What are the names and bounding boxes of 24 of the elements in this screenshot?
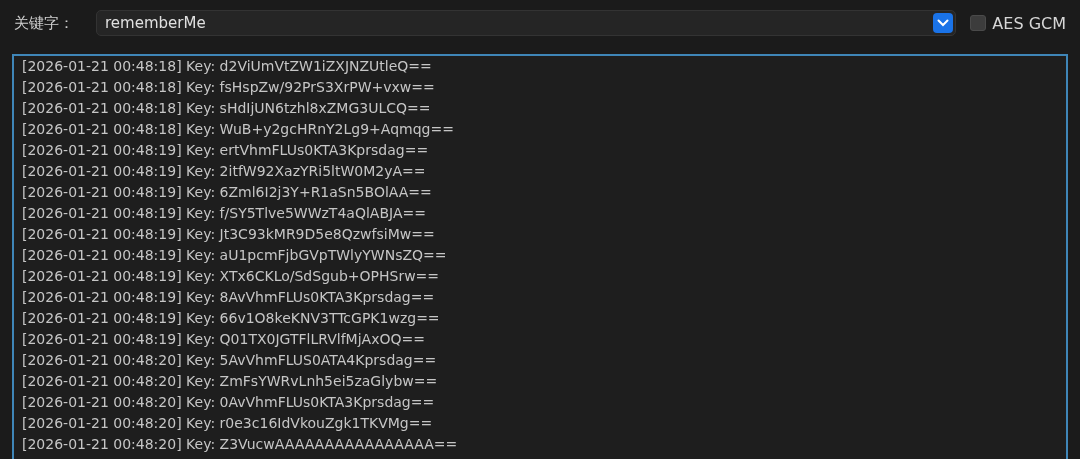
log-line: [2026-01-21 00:48:19] Key: XTx6CKLo/SdSgub+OPHSrw== [22,267,440,286]
log-line: [2026-01-21 00:48:19] Key: 2itfW92XazYRi5ltW0M2yA== [22,162,426,181]
log-line: [2026-01-21 00:48:18] Key: d2ViUmVtZW1iZXJNZUtleQ== [22,57,432,76]
log-line: [2026-01-21 00:48:19] Key: Q01TX0JGTFlLRVlfMjAxOQ== [22,330,425,349]
log-line: [2026-01-21 00:48:20] Key: ZmFsYWRvLnh5ei5zaGlybw== [22,372,438,391]
log-line: [2026-01-21 00:48:18] Key: fsHspZw/92PrS3XrPW+vxw== [22,78,435,97]
log-line: [2026-01-21 00:48:19] Key: aU1pcmFjbGVpTWlyYWNsZQ== [22,246,447,265]
keyword-dropdown[interactable]: rememberMe [96,10,957,36]
keyword-label: 关键字： [14,13,75,33]
aes-gcm-checkbox[interactable] [970,15,987,31]
log-line: [2026-01-21 00:48:20] Key: r0e3c16IdVkouZgk1TKVMg== [22,414,433,433]
log-line: [2026-01-21 00:48:19] Key: ertVhmFLUs0KTA3Kprsdag== [22,141,429,160]
log-line: [2026-01-21 00:48:18] Key: sHdIjUN6tzhl8xZMG3ULCQ== [22,99,431,118]
log-line: [2026-01-21 00:48:18] Key: WuB+y2gcHRnY2Lg9+Aqmqg== [22,120,454,139]
log-line: [2026-01-21 00:48:19] Key: Jt3C93kMR9D5e8QzwfsiMw== [22,225,435,244]
log-line: [2026-01-21 00:48:19] Key: f/SY5Tlve5WWzT4aQlABJA== [22,204,426,223]
log-line: [2026-01-21 00:48:20] Key: 0AvVhmFLUs0KTA3Kprsdag== [22,393,435,412]
log-line: [2026-01-21 00:48:19] Key: 8AvVhmFLUs0KTA3Kprsdag== [22,288,435,307]
aes-gcm-label: AES GCM [992,13,1066,33]
log-line: [2026-01-21 00:48:19] Key: 66v1O8keKNV3TTcGPK1wzg== [22,309,440,328]
log-line: [2026-01-21 00:48:20] Key: Z3VucwAAAAAAAAAAAAAAAA== [22,435,458,454]
log-line: [2026-01-21 00:48:20] Key: 5AvVhmFLUS0ATA4Kprsdag== [22,351,437,370]
chevron-down-icon[interactable] [933,13,954,33]
log-line: [2026-01-21 00:48:19] Key: 6Zml6I2j3Y+R1aSn5BOlAA== [22,183,432,202]
